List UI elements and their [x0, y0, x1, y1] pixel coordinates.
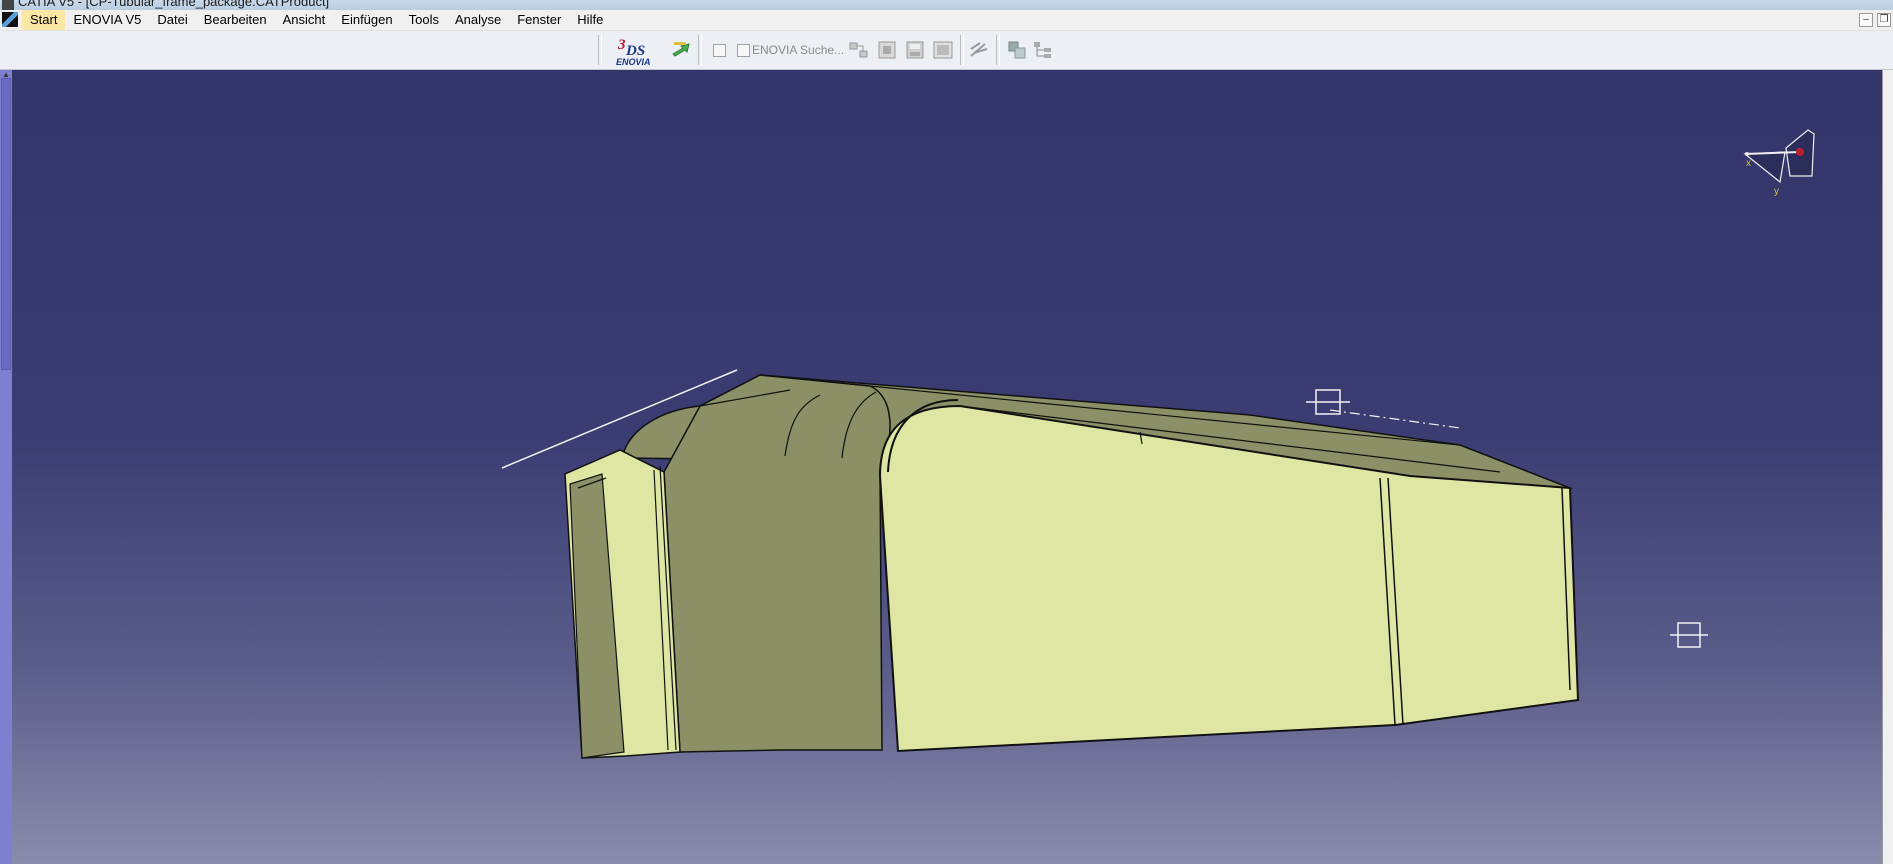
- main-menu: Start ENOVIA V5 Datei Bearbeiten Ansicht…: [22, 10, 611, 30]
- window-controls: – ❐: [1859, 13, 1891, 27]
- minimize-icon[interactable]: –: [1859, 13, 1873, 27]
- title-bar: CATIA V5 - [CP-Tubular_frame_package.CAT…: [0, 0, 1893, 10]
- compass-icon[interactable]: x y: [1743, 129, 1815, 197]
- toolbar-separator: [598, 35, 602, 65]
- toolbar: 3 DS ENOVIA ENOVIA Suche...: [0, 31, 1893, 70]
- enovia-search-label[interactable]: ENOVIA Suche...: [752, 43, 844, 57]
- frame-view-icon[interactable]: [932, 39, 954, 61]
- connect-icon[interactable]: [670, 39, 692, 61]
- menu-fenster[interactable]: Fenster: [509, 10, 569, 30]
- front-dark-panel: [663, 374, 891, 753]
- tree-expand-icon[interactable]: [848, 39, 870, 61]
- menu-ansicht[interactable]: Ansicht: [275, 10, 334, 30]
- menu-einfuegen[interactable]: Einfügen: [333, 10, 400, 30]
- toolbar-separator: [960, 35, 964, 65]
- new-checkbox-icon[interactable]: [713, 44, 726, 57]
- menu-bearbeiten[interactable]: Bearbeiten: [196, 10, 275, 30]
- toolbar-separator: [996, 35, 1000, 65]
- restore-icon[interactable]: ❐: [1877, 13, 1891, 27]
- menu-bar: Start ENOVIA V5 Datei Bearbeiten Ansicht…: [0, 10, 1893, 31]
- menu-enovia[interactable]: ENOVIA V5: [65, 10, 149, 30]
- reference-marker-icon[interactable]: [1306, 389, 1350, 415]
- catia-logo-icon[interactable]: [2, 12, 18, 27]
- menu-datei[interactable]: Datei: [149, 10, 195, 30]
- document-icon[interactable]: [876, 39, 898, 61]
- search-checkbox-icon[interactable]: [737, 44, 750, 57]
- menu-start[interactable]: Start: [22, 10, 66, 30]
- menu-tools[interactable]: Tools: [401, 10, 447, 30]
- tree-structure-icon[interactable]: [1032, 39, 1054, 61]
- svg-text:3: 3: [617, 37, 626, 53]
- window-title: CATIA V5 - [CP-Tubular_frame_package.CAT…: [18, 0, 330, 9]
- enovia-logo-icon[interactable]: 3 DS ENOVIA: [612, 35, 662, 67]
- 3d-viewport[interactable]: ▲ x y: [0, 70, 1883, 864]
- axis-line: [1329, 409, 1461, 429]
- menu-analyse[interactable]: Analyse: [447, 10, 509, 30]
- model-scene[interactable]: x y: [0, 70, 1883, 864]
- menu-hilfe[interactable]: Hilfe: [569, 10, 611, 30]
- product-structure-icon[interactable]: [1006, 39, 1028, 61]
- reference-marker-icon[interactable]: [1670, 622, 1708, 648]
- catia-app-icon: [2, 0, 14, 10]
- compass-x-label: x: [1746, 158, 1751, 169]
- save-data-icon[interactable]: [904, 39, 926, 61]
- compass-y-label: y: [1774, 186, 1779, 197]
- toolbar-separator: [698, 35, 702, 65]
- right-toolbar[interactable]: [1882, 70, 1893, 864]
- link-tool-icon[interactable]: [968, 39, 990, 61]
- enovia-logo-text: ENOVIA: [616, 57, 651, 67]
